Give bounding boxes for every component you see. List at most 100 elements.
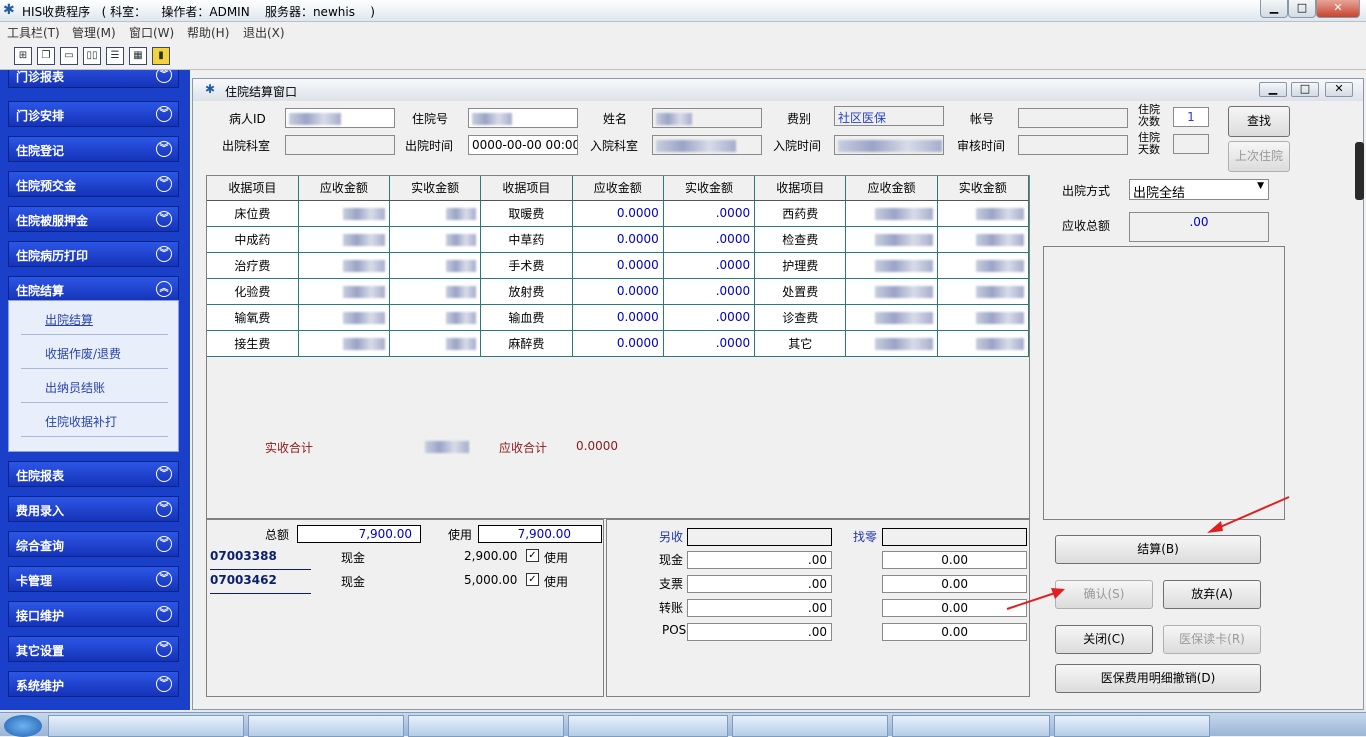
nav-interface[interactable]: 接口维护 ︾ bbox=[8, 601, 179, 627]
actual-amount[interactable]: .0000 bbox=[663, 252, 756, 279]
nav-outpatient-report[interactable]: 门诊报表 ︾ bbox=[8, 70, 179, 88]
pos-input[interactable]: .00 bbox=[687, 623, 832, 641]
nav-query[interactable]: 综合查询 ︾ bbox=[8, 531, 179, 557]
audit-time-input[interactable] bbox=[1018, 135, 1128, 155]
actual-amount[interactable] bbox=[937, 304, 1030, 331]
fee-type-input[interactable]: 社区医保 bbox=[834, 106, 944, 126]
minimize-button[interactable]: ▁ bbox=[1260, 0, 1288, 18]
due-amount[interactable] bbox=[298, 304, 391, 331]
due-amount[interactable] bbox=[845, 330, 938, 357]
menu-exit[interactable]: 退出(X) bbox=[243, 24, 285, 41]
discharge-method-select[interactable]: 出院全结 ▼ bbox=[1129, 179, 1269, 200]
menu-window[interactable]: 窗口(W) bbox=[129, 24, 174, 41]
actual-amount[interactable] bbox=[389, 252, 482, 279]
taskbar-item[interactable] bbox=[48, 715, 244, 737]
use-checkbox[interactable]: ✓ bbox=[526, 549, 539, 562]
actual-amount[interactable] bbox=[937, 200, 1030, 227]
menu-toolbar[interactable]: 工具栏(T) bbox=[7, 24, 60, 41]
actual-amount[interactable]: .0000 bbox=[663, 330, 756, 357]
dept-in-input[interactable] bbox=[652, 135, 762, 155]
due-amount[interactable]: 0.0000 bbox=[572, 278, 664, 305]
due-amount[interactable] bbox=[845, 304, 938, 331]
taskbar-item[interactable] bbox=[408, 715, 564, 737]
due-amount[interactable]: 0.0000 bbox=[572, 226, 664, 253]
due-amount[interactable]: 0.0000 bbox=[572, 252, 664, 279]
cash-input[interactable]: .00 bbox=[687, 551, 832, 569]
due-amount[interactable] bbox=[845, 278, 938, 305]
tile-horizontal-icon[interactable]: ☰ bbox=[106, 47, 124, 65]
nav-bedding-deposit[interactable]: 住院被服押金 ︾ bbox=[8, 206, 179, 232]
due-amount[interactable] bbox=[298, 278, 391, 305]
submenu-receipt-void[interactable]: 收据作废/退费 bbox=[21, 335, 168, 369]
actual-amount[interactable] bbox=[937, 330, 1030, 357]
exit-door-icon[interactable]: ▮ bbox=[152, 47, 170, 65]
close-button[interactable]: 关闭(C) bbox=[1055, 625, 1153, 654]
name-input[interactable] bbox=[652, 108, 762, 128]
patient-id-input[interactable] bbox=[285, 108, 395, 128]
maximize-button[interactable]: □ bbox=[1288, 0, 1316, 18]
dept-out-input[interactable] bbox=[285, 135, 395, 155]
settle-button[interactable]: 结算(B) bbox=[1055, 535, 1261, 564]
grid-icon[interactable]: ▦ bbox=[129, 47, 147, 65]
actual-amount[interactable] bbox=[389, 200, 482, 227]
taskbar-item[interactable] bbox=[892, 715, 1050, 737]
adm-no-input[interactable] bbox=[468, 108, 578, 128]
due-amount[interactable] bbox=[298, 200, 391, 227]
due-amount[interactable]: 0.0000 bbox=[572, 200, 664, 227]
submenu-cashier-close[interactable]: 出纳员结账 bbox=[21, 369, 168, 403]
child-maximize-button[interactable]: □ bbox=[1291, 82, 1319, 97]
nav-inpatient-deposit[interactable]: 住院预交金 ︾ bbox=[8, 171, 179, 197]
search-button[interactable]: 查找 bbox=[1228, 106, 1290, 137]
start-button[interactable] bbox=[4, 715, 42, 737]
submenu-discharge-settle[interactable]: 出院结算 bbox=[21, 301, 168, 335]
nav-inpatient-settle[interactable]: 住院结算 ︽ bbox=[8, 276, 179, 302]
window-stack-icon[interactable]: ❐ bbox=[37, 47, 55, 65]
actual-amount[interactable] bbox=[389, 304, 482, 331]
due-amount[interactable]: 0.0000 bbox=[572, 304, 664, 331]
nav-outpatient-schedule[interactable]: 门诊安排 ︾ bbox=[8, 101, 179, 127]
actual-amount[interactable] bbox=[937, 226, 1030, 253]
due-amount[interactable] bbox=[845, 226, 938, 253]
due-amount[interactable] bbox=[298, 330, 391, 357]
transfer-input[interactable]: .00 bbox=[687, 599, 832, 617]
nav-card-manage[interactable]: 卡管理 ︾ bbox=[8, 566, 179, 592]
change-input[interactable] bbox=[882, 528, 1027, 546]
nav-inpatient-register[interactable]: 住院登记 ︾ bbox=[8, 136, 179, 162]
nav-system[interactable]: 系统维护 ︾ bbox=[8, 671, 179, 697]
stay-days-input[interactable] bbox=[1173, 134, 1209, 154]
menu-help[interactable]: 帮助(H) bbox=[187, 24, 229, 41]
check-input[interactable]: .00 bbox=[687, 575, 832, 593]
pos-change-input[interactable]: 0.00 bbox=[882, 623, 1027, 641]
child-close-button[interactable]: ✕ bbox=[1325, 82, 1353, 97]
taskbar-item[interactable] bbox=[732, 715, 888, 737]
nav-record-print[interactable]: 住院病历打印 ︾ bbox=[8, 241, 179, 267]
actual-amount[interactable]: .0000 bbox=[663, 278, 756, 305]
actual-amount[interactable] bbox=[389, 278, 482, 305]
due-amount[interactable] bbox=[845, 200, 938, 227]
due-amount[interactable] bbox=[298, 226, 391, 253]
window-icon[interactable]: ▭ bbox=[60, 47, 78, 65]
actual-amount[interactable] bbox=[937, 252, 1030, 279]
menu-manage[interactable]: 管理(M) bbox=[72, 24, 116, 41]
cancel-detail-button[interactable]: 医保费用明细撤销(D) bbox=[1055, 664, 1261, 693]
due-amount[interactable] bbox=[298, 252, 391, 279]
account-input[interactable] bbox=[1018, 108, 1128, 128]
taskbar-item[interactable] bbox=[568, 715, 728, 737]
actual-amount[interactable]: .0000 bbox=[663, 304, 756, 331]
child-minimize-button[interactable]: ▁ bbox=[1259, 82, 1287, 97]
due-amount[interactable] bbox=[845, 252, 938, 279]
extra-charge-input[interactable] bbox=[687, 528, 832, 546]
tree-icon[interactable]: ⊞ bbox=[14, 47, 32, 65]
submenu-receipt-reprint[interactable]: 住院收据补打 bbox=[21, 403, 168, 437]
admit-count-input[interactable]: 1 bbox=[1173, 107, 1209, 127]
actual-amount[interactable] bbox=[389, 226, 482, 253]
actual-amount[interactable]: .0000 bbox=[663, 226, 756, 253]
actual-amount[interactable] bbox=[937, 278, 1030, 305]
due-amount[interactable]: 0.0000 bbox=[572, 330, 664, 357]
out-time-input[interactable]: 0000-00-00 00:00 bbox=[468, 135, 578, 155]
tile-vertical-icon[interactable]: ▯▯ bbox=[83, 47, 101, 65]
use-checkbox[interactable]: ✓ bbox=[526, 573, 539, 586]
actual-amount[interactable]: .0000 bbox=[663, 200, 756, 227]
abandon-button[interactable]: 放弃(A) bbox=[1163, 580, 1261, 609]
in-time-input[interactable] bbox=[834, 135, 944, 155]
